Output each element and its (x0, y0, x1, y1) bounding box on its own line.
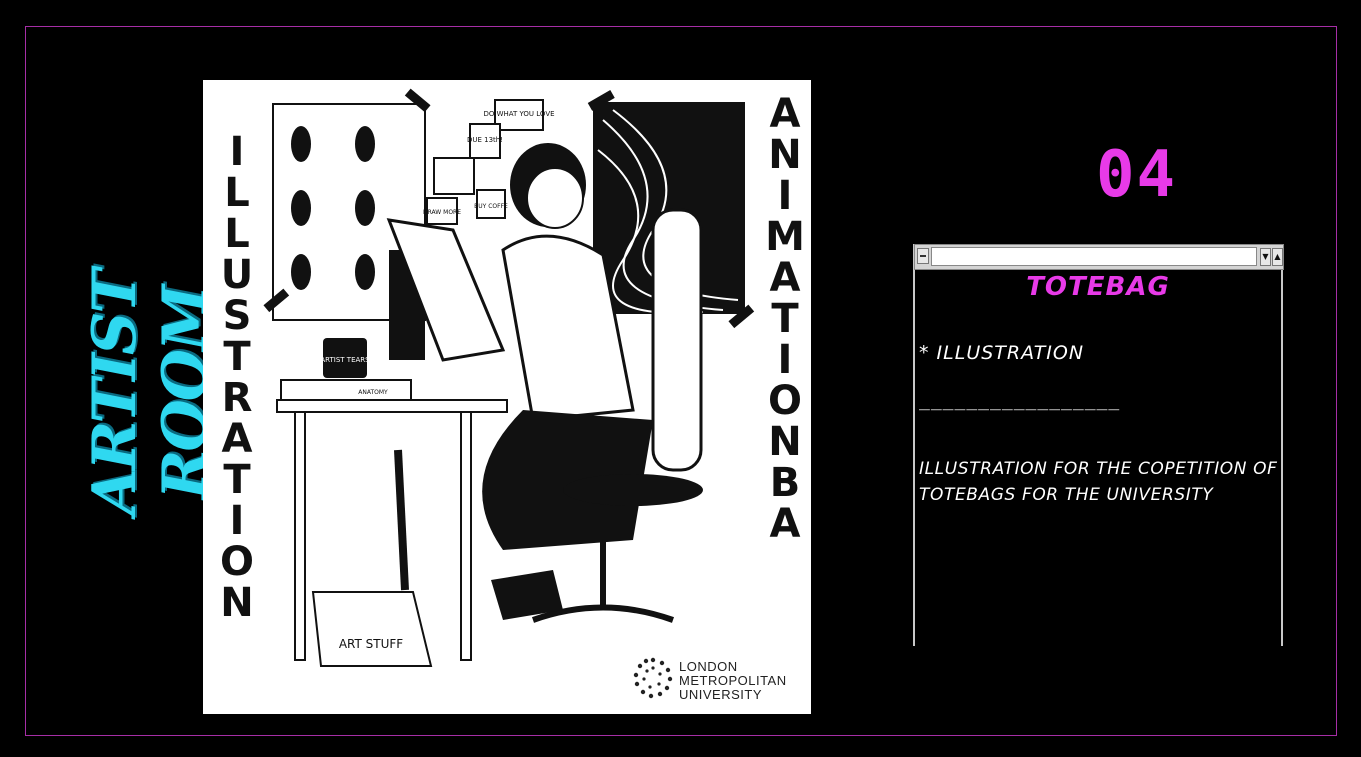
books (280, 379, 412, 401)
scroll-down-icon[interactable]: ▼ (1260, 248, 1271, 266)
logo-line-1: LONDON (679, 659, 738, 674)
divider: _________________ (919, 390, 1121, 411)
poster-illustration: DO WHAT YOU LOVE DUE 13th! DRAW MORE BUY CO… (263, 88, 755, 667)
note-draw-more: DRAW MORE (423, 209, 461, 216)
desk-top (276, 399, 508, 413)
scroll-up-icon[interactable]: ▲ (1272, 248, 1283, 266)
university-logo-mark (633, 657, 673, 699)
poster-image: DO WHAT YOU LOVE DUE 13th! DRAW MORE BUY CO… (203, 80, 811, 714)
university-logo: LONDON METROPOLITAN UNIVERSITY (633, 656, 803, 706)
window-menu-icon[interactable] (917, 248, 929, 264)
logo-line-2: METROPOLITAN (679, 673, 787, 688)
chair-back (651, 208, 703, 472)
chair-seat (563, 474, 703, 506)
note-due-13: DUE 13th! (467, 136, 503, 144)
book-label: ANATOMY (358, 389, 388, 396)
note-do-what-you-love: DO WHAT YOU LOVE (483, 110, 554, 118)
category-item: * ILLUSTRATION (919, 342, 1085, 364)
item-number: 04 (1096, 138, 1178, 212)
window-title-field (931, 247, 1257, 266)
side-title: ARTIST ROOM (80, 270, 220, 516)
character-face (526, 167, 584, 229)
info-window: ▼ ▲ TOTEBAG * ILLUSTRATION _____________… (913, 244, 1284, 646)
art-box (311, 591, 433, 667)
university-logo-text: LONDON METROPOLITAN UNIVERSITY (679, 660, 787, 702)
box-label: ART STUFF (339, 637, 403, 651)
poster-left-text: ILLUSTRATION (219, 129, 254, 626)
poster-right-text: ANIMATION BA (765, 91, 805, 547)
logo-line-3: UNIVERSITY (679, 687, 763, 702)
mug-label: ARTIST TEARS (320, 356, 370, 364)
window-heading: TOTEBAG (1026, 272, 1170, 302)
description-text: ILLUSTRATION FOR THE COPETITION OF TOTEB… (919, 459, 1278, 505)
note-buy-coffe: BUY COFFE (474, 203, 508, 210)
window-titlebar[interactable]: ▼ ▲ (914, 244, 1284, 270)
